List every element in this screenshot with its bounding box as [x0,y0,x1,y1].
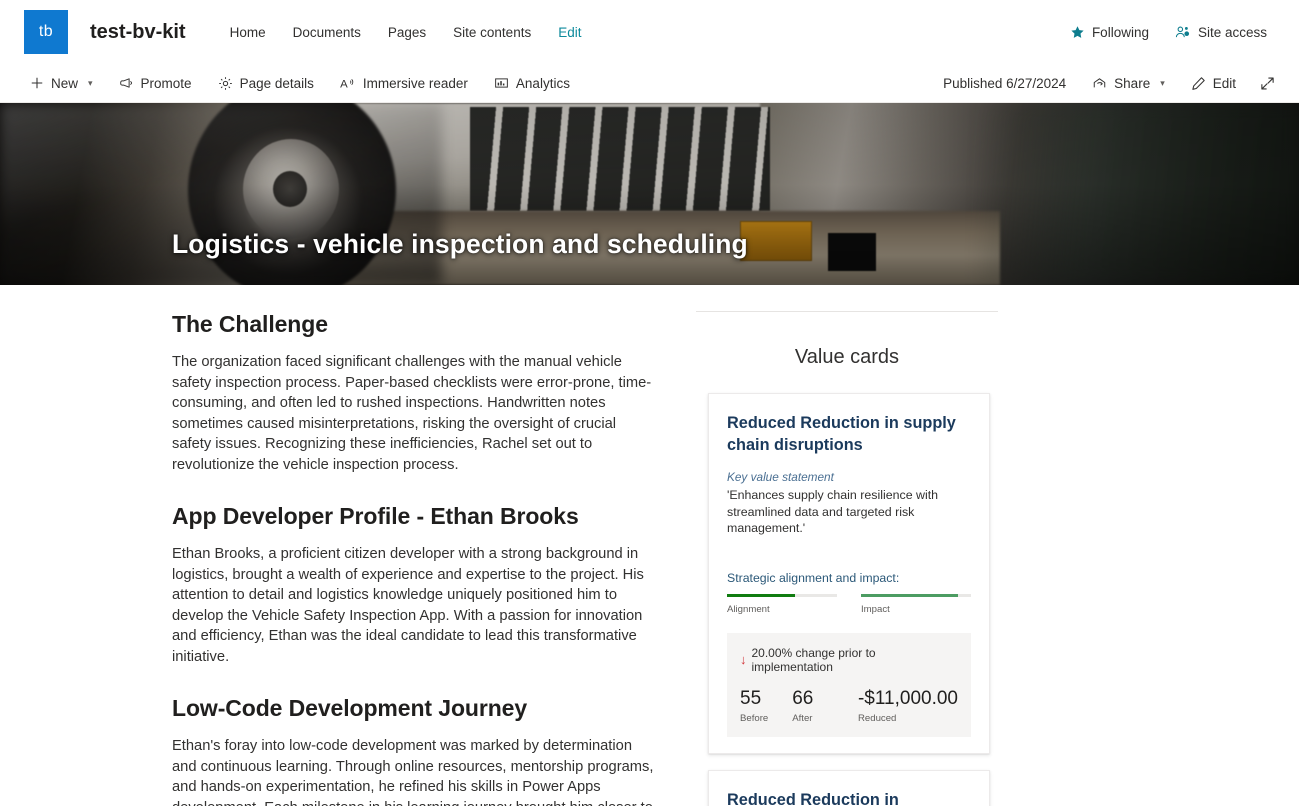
arrow-down-icon: ↓ [740,652,747,667]
edit-button[interactable]: Edit [1191,76,1236,91]
edit-label: Edit [1212,75,1236,91]
value-card-metrics: ↓ 20.00% change prior to implementation … [727,632,971,737]
impact-bar-track [861,593,971,597]
section-heading-the-challenge: The Challenge [172,311,328,337]
command-bar: New ▾ Promote Page details A Immersive r… [0,64,1299,103]
command-bar-right: Published 6/27/2024 Share ▾ Edit [943,76,1275,91]
nav-item-edit[interactable]: Edit [558,25,581,40]
immersive-reader-button[interactable]: A Immersive reader [340,76,468,91]
section-body-the-challenge: The organization faced significant chall… [172,354,652,473]
megaphone-icon [119,76,134,90]
site-logo[interactable]: tb [24,10,68,54]
promote-label: Promote [140,75,192,91]
section-heading-app-developer-profile: App Developer Profile - Ethan Brooks [172,503,579,529]
value-card[interactable]: Reduced Reduction in transportation cost… [708,769,990,806]
alignment-impact-bars: Alignment Impact [727,593,971,615]
analytics-button[interactable]: Analytics [494,76,570,91]
metrics-stats: 55 Before 66 After -$11,000.00 Reduced [740,688,958,724]
promote-button[interactable]: Promote [119,76,192,91]
star-icon [1070,25,1085,40]
value-cards-column: Value cards Reduced Reduction in supply … [696,311,1036,806]
value-card-title: Reduced Reduction in supply chain disrup… [727,414,956,454]
stat-before-label: Before [740,712,769,724]
key-value-statement-text: 'Enhances supply chain resilience with s… [727,488,939,535]
people-icon [1175,25,1191,40]
impact-bar-label: Impact [861,603,890,615]
new-label: New [51,75,79,91]
expand-button[interactable] [1260,76,1275,91]
chevron-down-icon[interactable]: ▾ [88,78,93,89]
stat-before: 55 Before [740,688,792,724]
alignment-bar-group: Alignment [727,593,837,615]
svg-text:A: A [340,78,348,90]
immersive-reader-icon: A [340,76,356,90]
strategic-alignment-heading: Strategic alignment and impact: [727,570,900,585]
key-value-statement-label: Key value statement [727,470,834,484]
impact-bar-group: Impact [861,593,971,615]
stat-after-label: After [792,712,813,724]
site-header: tb test-bv-kit Home Documents Pages Site… [0,0,1299,64]
impact-bar-fill [861,593,958,597]
site-title[interactable]: test-bv-kit [90,21,186,44]
stat-reduced-label: Reduced [857,712,897,724]
change-text: 20.00% change prior to implementation [751,645,876,674]
value-card[interactable]: Reduced Reduction in supply chain disrup… [708,393,990,754]
chevron-down-icon[interactable]: ▾ [1160,78,1165,89]
page-body: The Challenge The organization faced sig… [0,285,1299,806]
stat-after: 66 After [792,688,858,724]
gear-icon [218,76,233,91]
nav-item-documents[interactable]: Documents [293,25,361,40]
alignment-bar-fill [727,593,796,597]
stat-reduced-value: -$11,000.00 [857,687,958,709]
share-label: Share [1114,75,1151,91]
page-details-label: Page details [239,75,314,91]
pencil-icon [1191,76,1206,91]
page-title: Logistics - vehicle inspection and sched… [172,229,748,259]
nav-item-pages[interactable]: Pages [388,25,426,40]
nav-item-site-contents[interactable]: Site contents [453,25,531,40]
change-indicator: ↓ 20.00% change prior to implementation [740,646,958,674]
share-icon [1092,76,1107,90]
published-status: Published 6/27/2024 [943,75,1067,91]
header-actions: Following Site access [1070,25,1275,40]
section-body-low-code-development-journey: Ethan's foray into low-code development … [172,738,654,806]
plus-icon [30,76,44,90]
site-navigation: Home Documents Pages Site contents Edit [230,25,582,40]
value-card-title: Reduced Reduction in transportation cost… [727,790,899,806]
bar-chart-icon [494,76,509,90]
site-access-label: Site access [1197,24,1267,40]
site-logo-text: tb [38,23,54,40]
hero-banner: Logistics - vehicle inspection and sched… [0,103,1299,285]
section-heading-low-code-development-journey: Low-Code Development Journey [172,695,528,721]
analytics-label: Analytics [515,75,570,91]
alignment-bar-track [727,593,837,597]
stat-before-value: 55 [740,687,762,709]
share-button[interactable]: Share ▾ [1092,76,1165,91]
following-label: Following [1091,24,1149,40]
alignment-bar-label: Alignment [727,603,770,615]
new-button[interactable]: New ▾ [30,76,93,91]
stat-reduced: -$11,000.00 Reduced [858,688,958,724]
following-button[interactable]: Following [1070,25,1149,40]
stat-after-value: 66 [792,687,814,709]
main-content-column: The Challenge The organization faced sig… [0,311,676,806]
nav-item-home[interactable]: Home [230,25,266,40]
expand-diagonal-icon [1260,76,1275,91]
value-cards-panel-title: Value cards [794,346,900,368]
site-access-button[interactable]: Site access [1175,25,1267,40]
page-details-button[interactable]: Page details [218,76,314,91]
section-body-app-developer-profile: Ethan Brooks, a proficient citizen devel… [172,546,644,665]
immersive-reader-label: Immersive reader [362,75,468,91]
